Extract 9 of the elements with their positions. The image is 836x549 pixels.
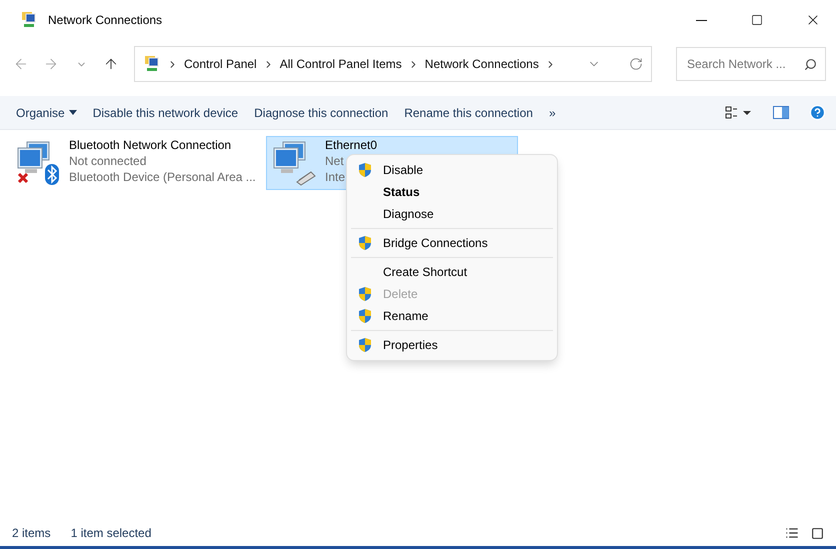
connection-detail: Bluetooth Device (Personal Area ... bbox=[69, 170, 256, 185]
connection-name: Ethernet0 bbox=[325, 138, 378, 153]
connection-detail: Inte bbox=[325, 170, 346, 185]
connection-detail: Not connected bbox=[69, 154, 146, 169]
window-title: Network Connections bbox=[48, 13, 164, 27]
connection-detail: Net bbox=[325, 154, 344, 169]
item-count: 2 items bbox=[12, 526, 51, 540]
selection-count: 1 item selected bbox=[70, 526, 152, 540]
connection-name: Bluetooth Network Connection bbox=[69, 138, 232, 153]
